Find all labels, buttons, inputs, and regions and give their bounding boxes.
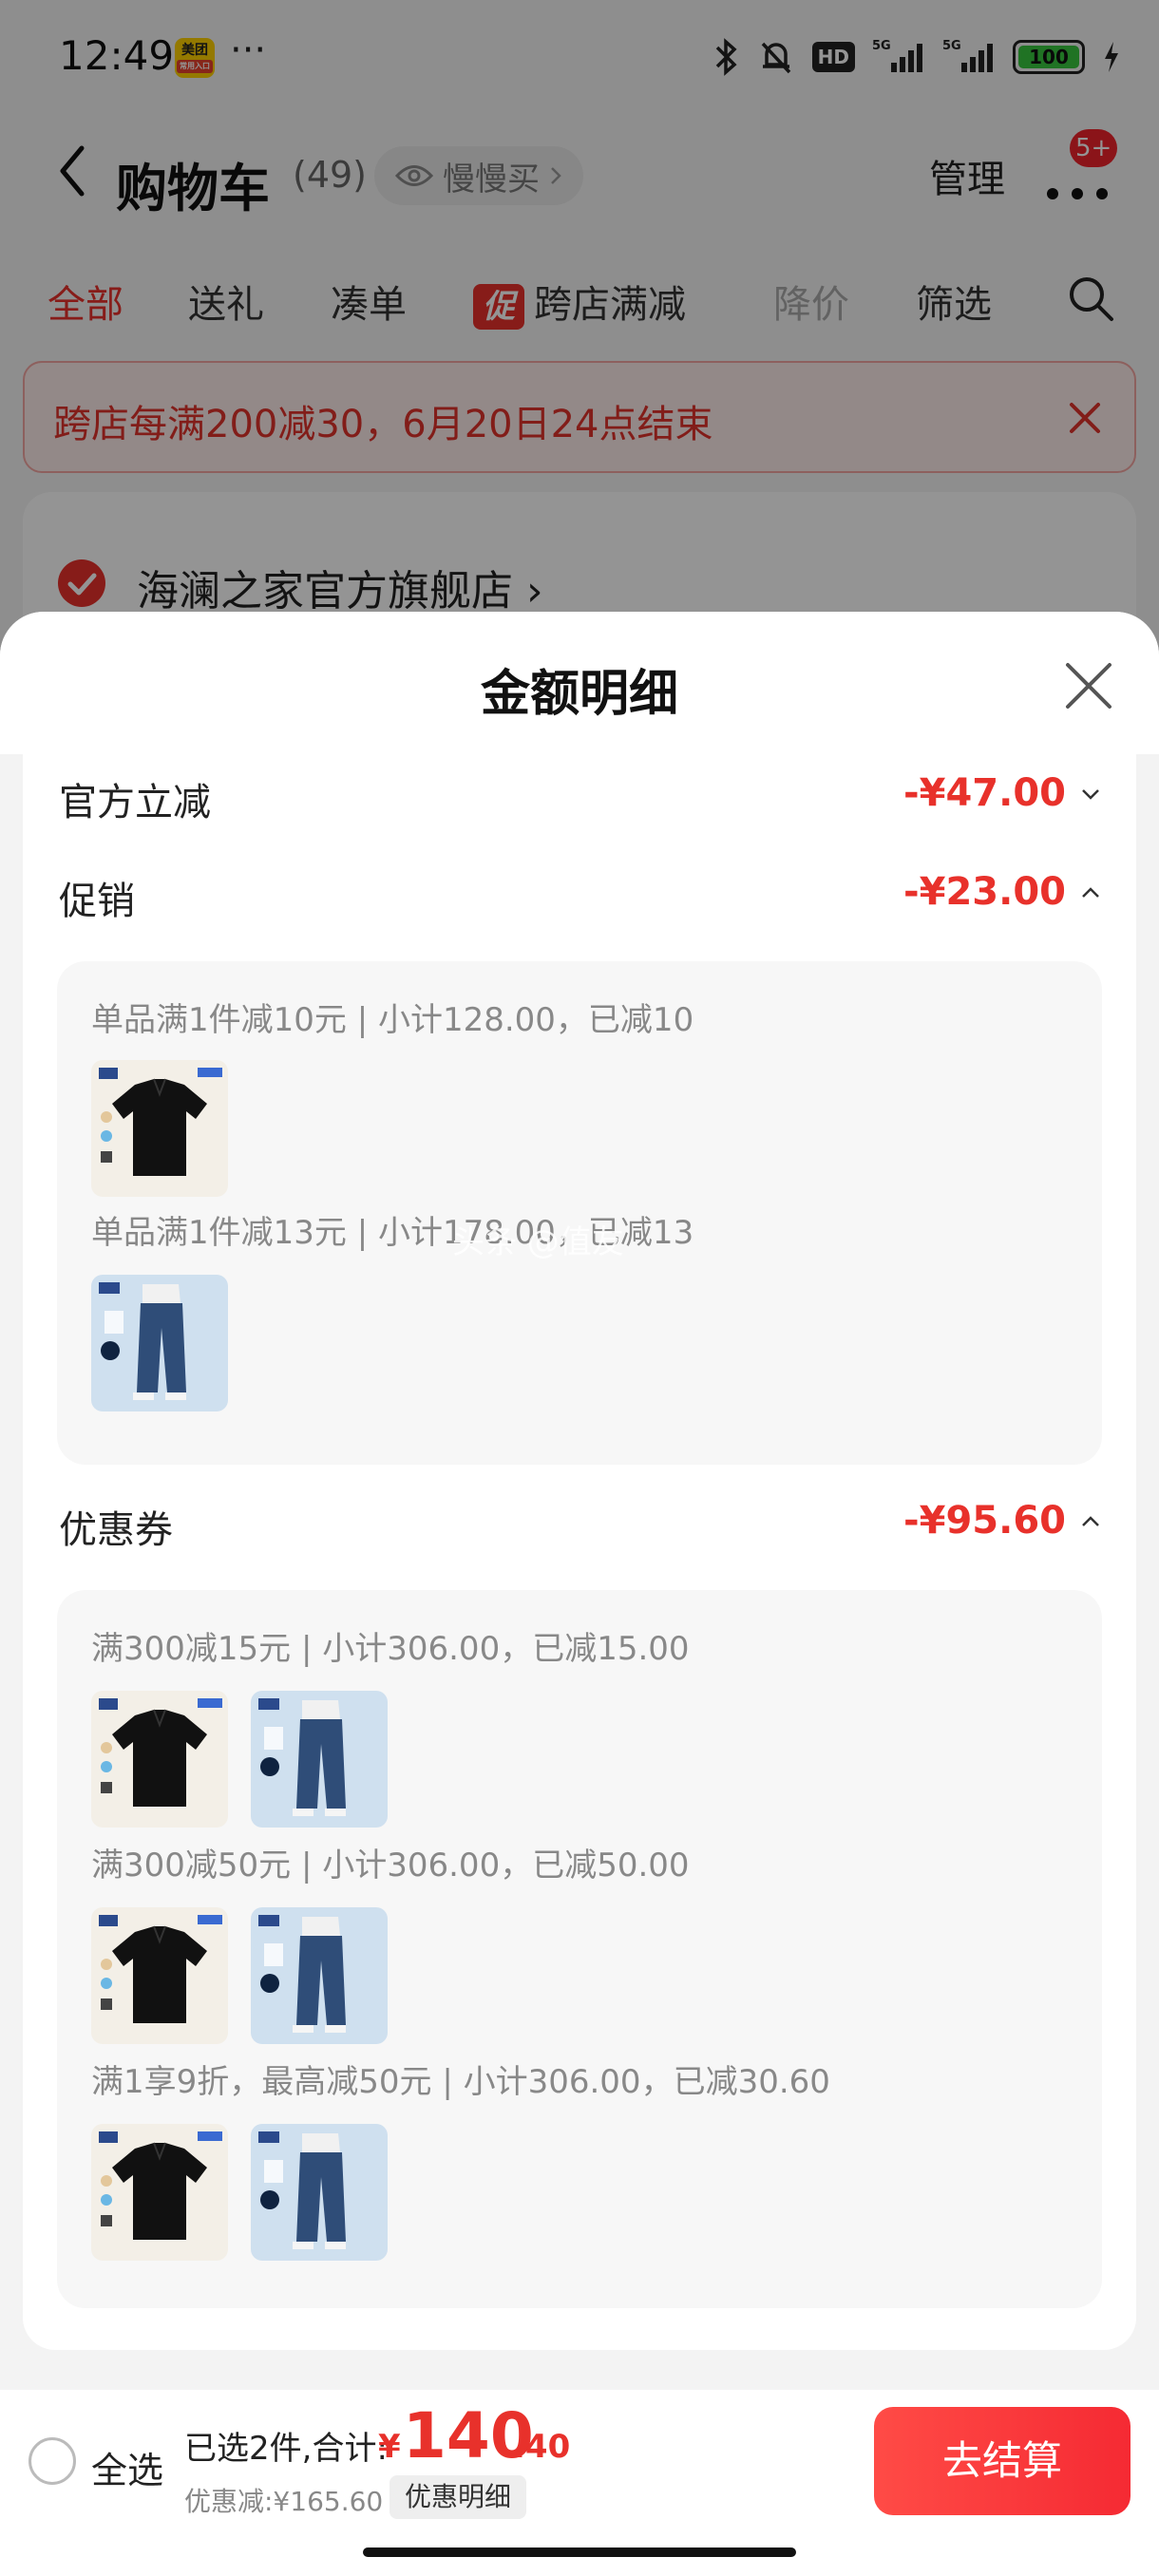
select-all-checkbox[interactable] (28, 2437, 76, 2485)
price-currency: ¥ (378, 2428, 401, 2466)
promo-rule-text: 单品满1件减10元 | 小计128.00，已减10 (91, 1001, 694, 1039)
discount-detail-button[interactable]: 优惠明细 (390, 2475, 527, 2519)
polo-shirt-image (91, 1691, 228, 1828)
coupon-group: 满300减15元 | 小计306.00，已减15.00 满300减50元 | 小… (57, 1590, 1102, 2308)
line-label: 促销 (59, 880, 135, 923)
coupon-rule-text: 满300减15元 | 小计306.00，已减15.00 (91, 1630, 690, 1668)
product-thumb-jeans[interactable] (251, 1907, 388, 2044)
polo-shirt-image (91, 1060, 228, 1197)
coupon-rule-text: 满300减50元 | 小计306.00，已减50.00 (91, 1847, 690, 1885)
jeans-image (91, 1275, 228, 1411)
product-thumb-jeans[interactable] (251, 1691, 388, 1828)
line-amount: -¥95.60 (903, 1499, 1066, 1543)
jeans-image (251, 1907, 388, 2044)
chevron-up-icon[interactable] (1077, 1510, 1104, 1533)
product-thumb-polo[interactable] (91, 1060, 228, 1197)
product-thumb-jeans[interactable] (91, 1275, 228, 1411)
product-thumb-polo[interactable] (91, 2124, 228, 2261)
select-all-label[interactable]: 全选 (91, 2441, 163, 2493)
line-official-discount[interactable]: 官方立减 -¥47.00 (59, 764, 1113, 830)
coupon-rule-text: 满1享9折，最高减50元 | 小计306.00，已减30.60 (91, 2063, 830, 2101)
checkout-bar: 全选 已选2件,合计: ¥ 140 .40 优惠减:¥165.60 优惠明细 去… (0, 2390, 1159, 2576)
sheet-header: 金额明细 (0, 612, 1159, 754)
close-icon[interactable] (1062, 659, 1115, 712)
product-thumb-polo[interactable] (91, 1691, 228, 1828)
product-thumb-jeans[interactable] (251, 2124, 388, 2261)
home-indicator[interactable] (363, 2548, 796, 2557)
chevron-down-icon[interactable] (1077, 783, 1104, 805)
polo-shirt-image (91, 2124, 228, 2261)
promotion-group: 单品满1件减10元 | 小计128.00，已减10 单品满1件减13元 | 小计… (57, 961, 1102, 1465)
amount-detail-sheet: 金额明细 官方立减 -¥47.00 促销 -¥23.00 单品满1件减10元 |… (0, 612, 1159, 2390)
selected-summary: 已选2件,合计: (184, 2430, 388, 2468)
jeans-image (251, 1691, 388, 1828)
line-label: 官方立减 (59, 781, 211, 824)
line-coupon[interactable]: 优惠券 -¥95.60 (59, 1491, 1113, 1558)
detail-card: 官方立减 -¥47.00 促销 -¥23.00 单品满1件减10元 | 小计12… (23, 754, 1136, 2350)
jeans-image (251, 2124, 388, 2261)
product-thumb-polo[interactable] (91, 1907, 228, 2044)
polo-shirt-image (91, 1907, 228, 2044)
line-label: 优惠券 (59, 1508, 173, 1552)
discount-total: 优惠减:¥165.60 (184, 2486, 384, 2517)
checkout-button[interactable]: 去结算 (874, 2407, 1130, 2515)
watermark-text: 头条 @值友 (452, 1223, 624, 1261)
line-amount: -¥23.00 (903, 870, 1066, 914)
total-price-decimal: .40 (513, 2428, 571, 2466)
line-promotion[interactable]: 促销 -¥23.00 (59, 862, 1113, 929)
line-amount: -¥47.00 (903, 771, 1066, 815)
sheet-title: 金额明细 (480, 666, 678, 723)
chevron-up-icon[interactable] (1077, 881, 1104, 904)
